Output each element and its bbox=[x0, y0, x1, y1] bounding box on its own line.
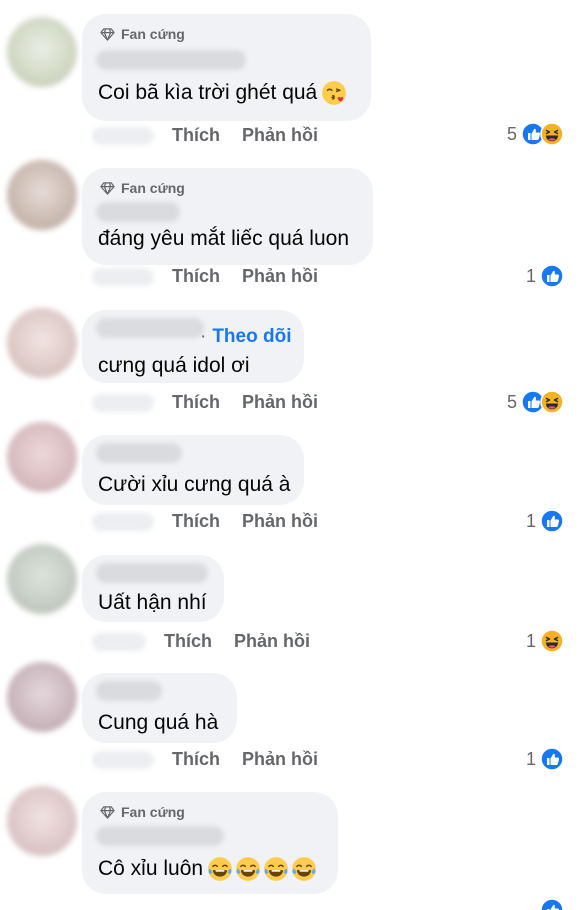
avatar[interactable] bbox=[7, 308, 77, 378]
comment-time[interactable] bbox=[92, 750, 154, 769]
comment-actions: Thích Phản hồi bbox=[92, 266, 340, 287]
avatar[interactable] bbox=[7, 786, 77, 856]
comment-time[interactable] bbox=[92, 267, 154, 286]
comment-bubble: Uất hận nhí bbox=[82, 555, 224, 622]
comment-text: cưng quá idol ơi bbox=[98, 354, 250, 377]
reply-button[interactable]: Phản hồi bbox=[242, 749, 318, 770]
reaction-summary[interactable]: 5 bbox=[507, 390, 564, 414]
haha-reaction-icon bbox=[540, 122, 564, 146]
comment-text: Cung quá hà bbox=[98, 711, 219, 734]
avatar[interactable] bbox=[7, 544, 77, 614]
comment-actions: Thích Phản hồi bbox=[92, 749, 340, 770]
reply-button[interactable]: Phản hồi bbox=[234, 631, 310, 652]
reaction-count: 5 bbox=[506, 391, 517, 412]
reaction-summary[interactable]: 1 bbox=[526, 629, 564, 653]
badge-label: Fan cứng bbox=[121, 180, 185, 196]
follow-link[interactable]: · Theo dõi bbox=[200, 326, 291, 348]
comment-bubble: Cung quá hà bbox=[82, 673, 237, 743]
comment-text-row: Coi bã kìa trời ghét quá bbox=[98, 80, 347, 106]
joy-emoji-icon bbox=[235, 856, 261, 882]
comment-actions: Thích Phản hồi bbox=[92, 392, 340, 413]
haha-reaction-icon bbox=[540, 629, 564, 653]
comment-bubble: Fan cứng Cô xỉu luôn bbox=[82, 792, 338, 894]
reaction-count: 1 bbox=[525, 748, 536, 769]
comment-text: Uất hận nhí bbox=[98, 591, 207, 614]
diamond-icon bbox=[100, 27, 115, 41]
reply-button[interactable]: Phản hồi bbox=[242, 266, 318, 287]
kissing-heart-emoji-icon bbox=[321, 80, 347, 106]
avatar[interactable] bbox=[7, 422, 77, 492]
commenter-name[interactable] bbox=[96, 318, 204, 338]
diamond-icon bbox=[100, 805, 115, 819]
badge-label: Fan cứng bbox=[121, 26, 185, 42]
comment-text: Cô xỉu luôn bbox=[98, 857, 204, 880]
fan-badge: Fan cứng bbox=[100, 26, 185, 42]
like-reaction-icon bbox=[540, 509, 564, 533]
commenter-name[interactable] bbox=[96, 202, 180, 222]
comment-time[interactable] bbox=[92, 126, 154, 145]
commenter-name[interactable] bbox=[96, 826, 224, 846]
commenter-name[interactable] bbox=[96, 443, 182, 463]
comment-time[interactable] bbox=[92, 632, 146, 651]
reaction-summary[interactable]: 1 bbox=[526, 509, 564, 533]
separator-dot: · bbox=[200, 326, 207, 347]
commenter-name[interactable] bbox=[96, 563, 208, 583]
joy-emoji-icon bbox=[263, 856, 289, 882]
joy-emoji-icon bbox=[207, 856, 233, 882]
like-reaction-icon bbox=[540, 898, 564, 910]
comment-text-row: Cô xỉu luôn bbox=[98, 856, 317, 882]
comment-time[interactable] bbox=[92, 393, 154, 412]
like-button[interactable]: Thích bbox=[172, 392, 220, 413]
comment-text-row: Cười xỉu cưng quá à bbox=[98, 473, 290, 497]
reaction-summary[interactable]: 5 bbox=[507, 122, 564, 146]
avatar[interactable] bbox=[7, 160, 77, 230]
comment-text: Coi bã kìa trời ghét quá bbox=[98, 81, 318, 104]
like-button[interactable]: Thích bbox=[172, 511, 220, 532]
fan-badge: Fan cứng bbox=[100, 804, 185, 820]
comment-actions: Thích Phản hồi bbox=[92, 631, 332, 652]
comment-bubble: Fan cứng Coi bã kìa trời ghét quá bbox=[82, 14, 371, 121]
like-reaction-icon bbox=[540, 264, 564, 288]
comment-time[interactable] bbox=[92, 512, 154, 531]
reaction-count: 5 bbox=[506, 123, 517, 144]
comment-text: đáng yêu mắt liếc quá luon bbox=[98, 227, 350, 250]
avatar[interactable] bbox=[7, 17, 77, 87]
comment-bubble: Cười xỉu cưng quá à bbox=[82, 435, 304, 505]
follow-label: Theo dõi bbox=[212, 326, 292, 347]
comment-actions: Thích Phản hồi bbox=[92, 125, 340, 146]
comment-bubble: · Theo dõi cưng quá idol ơi bbox=[82, 310, 304, 383]
like-button[interactable]: Thích bbox=[172, 125, 220, 146]
reaction-summary[interactable]: 1 bbox=[526, 264, 564, 288]
reply-button[interactable]: Phản hồi bbox=[242, 511, 318, 532]
comment-text: Cười xỉu cưng quá à bbox=[98, 473, 291, 496]
reply-button[interactable]: Phản hồi bbox=[242, 125, 318, 146]
fan-badge: Fan cứng bbox=[100, 180, 185, 196]
reaction-count: 1 bbox=[525, 510, 536, 531]
comment-text-row: Cung quá hà bbox=[98, 711, 218, 735]
commenter-name[interactable] bbox=[96, 50, 246, 70]
comment-text-row: đáng yêu mắt liếc quá luon bbox=[98, 227, 349, 251]
like-reaction-icon bbox=[540, 747, 564, 771]
like-button[interactable]: Thích bbox=[172, 266, 220, 287]
commenter-name[interactable] bbox=[96, 681, 162, 701]
reply-button[interactable]: Phản hồi bbox=[242, 392, 318, 413]
diamond-icon bbox=[100, 181, 115, 195]
like-button[interactable]: Thích bbox=[164, 631, 212, 652]
reaction-count: 1 bbox=[525, 630, 536, 651]
haha-reaction-icon bbox=[540, 390, 564, 414]
comment-text-row: Uất hận nhí bbox=[98, 591, 207, 615]
reaction-summary[interactable]: 1 bbox=[526, 747, 564, 771]
comment-bubble: Fan cứng đáng yêu mắt liếc quá luon bbox=[82, 168, 373, 265]
badge-label: Fan cứng bbox=[121, 804, 185, 820]
comment-actions: Thích Phản hồi bbox=[92, 511, 340, 532]
reaction-count: 1 bbox=[525, 265, 536, 286]
avatar[interactable] bbox=[7, 662, 77, 732]
joy-emoji-icon bbox=[291, 856, 317, 882]
like-button[interactable]: Thích bbox=[172, 749, 220, 770]
comment-text-row: cưng quá idol ơi bbox=[98, 354, 250, 378]
